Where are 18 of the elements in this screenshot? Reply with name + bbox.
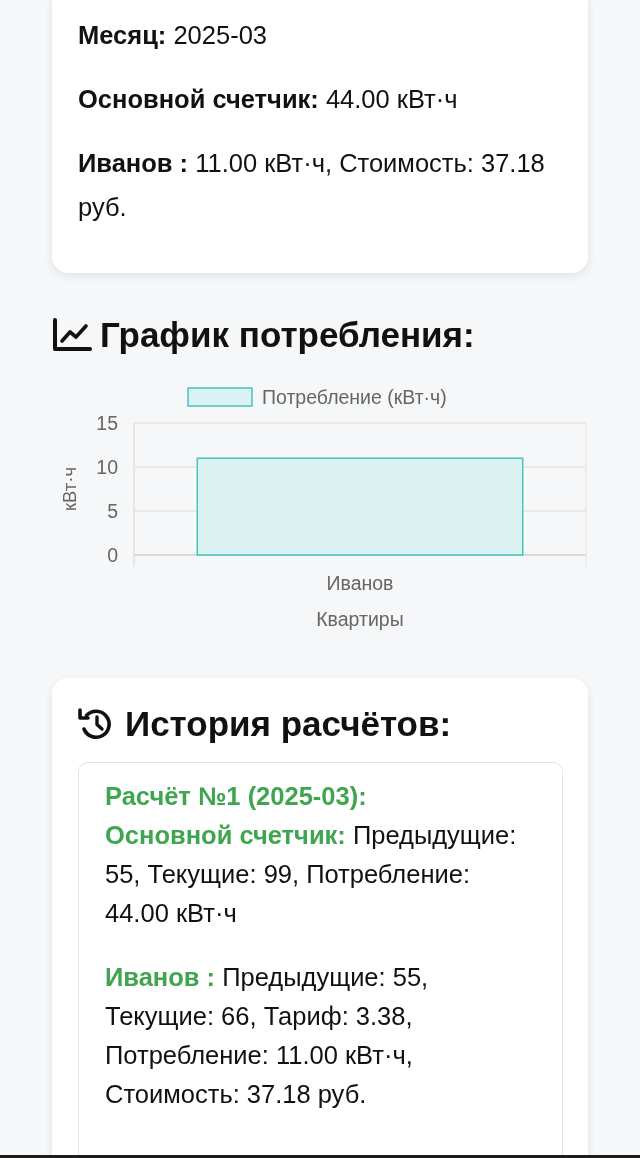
record-line: Иванов : Предыдущие: 55, Текущие: 66, Тариф: 3.38, Потребление: 11.00 кВт·ч, Стоимость: 37.18 руб. <box>105 962 430 1110</box>
info-line: Месяц: 2025-03 <box>78 20 268 51</box>
info-line: Основной счетчик: 44.00 кВт·ч <box>78 84 459 115</box>
record-title: Расчёт №1 (2025-03): <box>105 781 368 812</box>
record-line: Основной счетчик: Предыдущие: 55, Текущие: 99, Потребление: 44.00 кВт·ч <box>105 820 517 929</box>
section-title: История расчётов: <box>125 704 452 744</box>
info-line: Иванов : 11.00 кВт·ч, Стоимость: 37.18 руб. <box>78 148 546 223</box>
axis-tick-label: 10 <box>96 456 118 478</box>
axis-title: кВт·ч <box>59 466 80 512</box>
line-chart-icon <box>52 318 92 352</box>
axis-tick-label: 15 <box>96 412 118 434</box>
clock-arrow-icon <box>78 706 114 742</box>
legend-label: Потребление (кВт·ч) <box>262 386 447 408</box>
axis-tick-label: 5 <box>107 500 118 522</box>
axis-tick-label: Иванов <box>326 572 394 594</box>
axis-tick-label: 0 <box>107 544 118 566</box>
section-title: График потребления: <box>100 315 475 355</box>
axis-title: Квартиры <box>316 608 404 630</box>
